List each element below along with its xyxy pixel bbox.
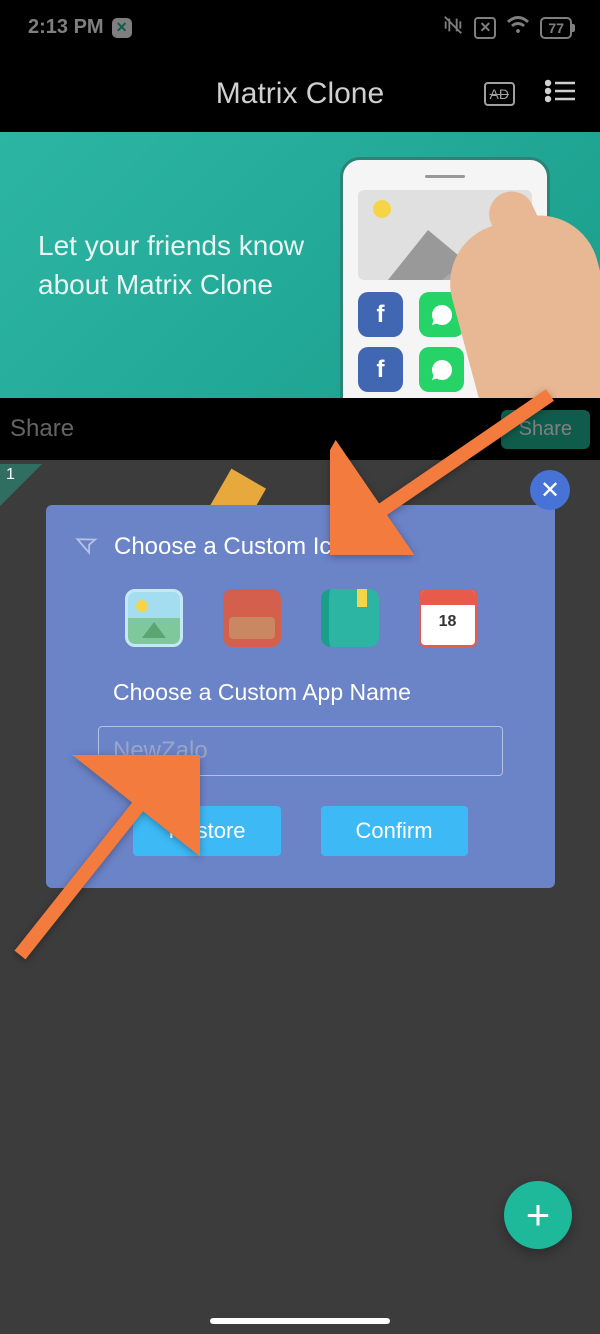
modal-title: Choose a Custom Icon — [114, 533, 358, 561]
app-title: Matrix Clone — [216, 77, 384, 111]
custom-icon-modal: Choose a Custom Icon 18 Choose a Custom … — [46, 505, 555, 888]
share-label: Share — [10, 415, 74, 443]
whatsapp-icon — [419, 347, 464, 392]
ad-icon[interactable]: AD — [484, 82, 515, 106]
icon-options: 18 — [78, 589, 523, 647]
facebook-icon: f — [358, 292, 403, 337]
modal-title-row: Choose a Custom Icon — [78, 533, 523, 561]
calendar-icon-option[interactable]: 18 — [419, 589, 477, 647]
close-button[interactable]: ✕ — [530, 470, 570, 510]
status-right: ✕ 77 — [442, 13, 572, 43]
home-indicator[interactable] — [210, 1318, 390, 1324]
confirm-button[interactable]: Confirm — [321, 806, 468, 856]
battery-icon: 77 — [540, 17, 572, 39]
banner-line2: about Matrix Clone — [38, 265, 304, 304]
promo-banner[interactable]: Let your friends know about Matrix Clone… — [0, 132, 600, 398]
share-button[interactable]: Share — [501, 410, 590, 449]
banner-text: Let your friends know about Matrix Clone — [38, 226, 304, 304]
status-app-icon: ✕ — [112, 18, 132, 38]
add-fab[interactable]: + — [504, 1181, 572, 1249]
status-time: 2:13 PM — [28, 16, 104, 39]
x-box-icon: ✕ — [474, 17, 496, 39]
banner-line1: Let your friends know — [38, 226, 304, 265]
vibrate-icon — [442, 14, 464, 42]
gallery-icon-option[interactable] — [125, 589, 183, 647]
app-header: Matrix Clone AD — [0, 55, 600, 132]
name-label: Choose a Custom App Name — [113, 679, 523, 706]
wifi-icon — [506, 13, 530, 43]
facebook-icon: f — [358, 347, 403, 392]
app-name-input[interactable] — [98, 726, 503, 776]
wallet-icon-option[interactable] — [223, 589, 281, 647]
notebook-icon-option[interactable] — [321, 589, 379, 647]
calendar-number: 18 — [439, 613, 457, 631]
share-bar: Share Share — [0, 398, 600, 460]
restore-button[interactable]: Restore — [133, 806, 280, 856]
cursor-icon — [74, 530, 104, 564]
status-left: 2:13 PM ✕ — [28, 16, 132, 39]
modal-buttons: Restore Confirm — [78, 806, 523, 856]
menu-icon[interactable] — [545, 79, 575, 108]
status-bar: 2:13 PM ✕ ✕ 77 — [0, 0, 600, 55]
